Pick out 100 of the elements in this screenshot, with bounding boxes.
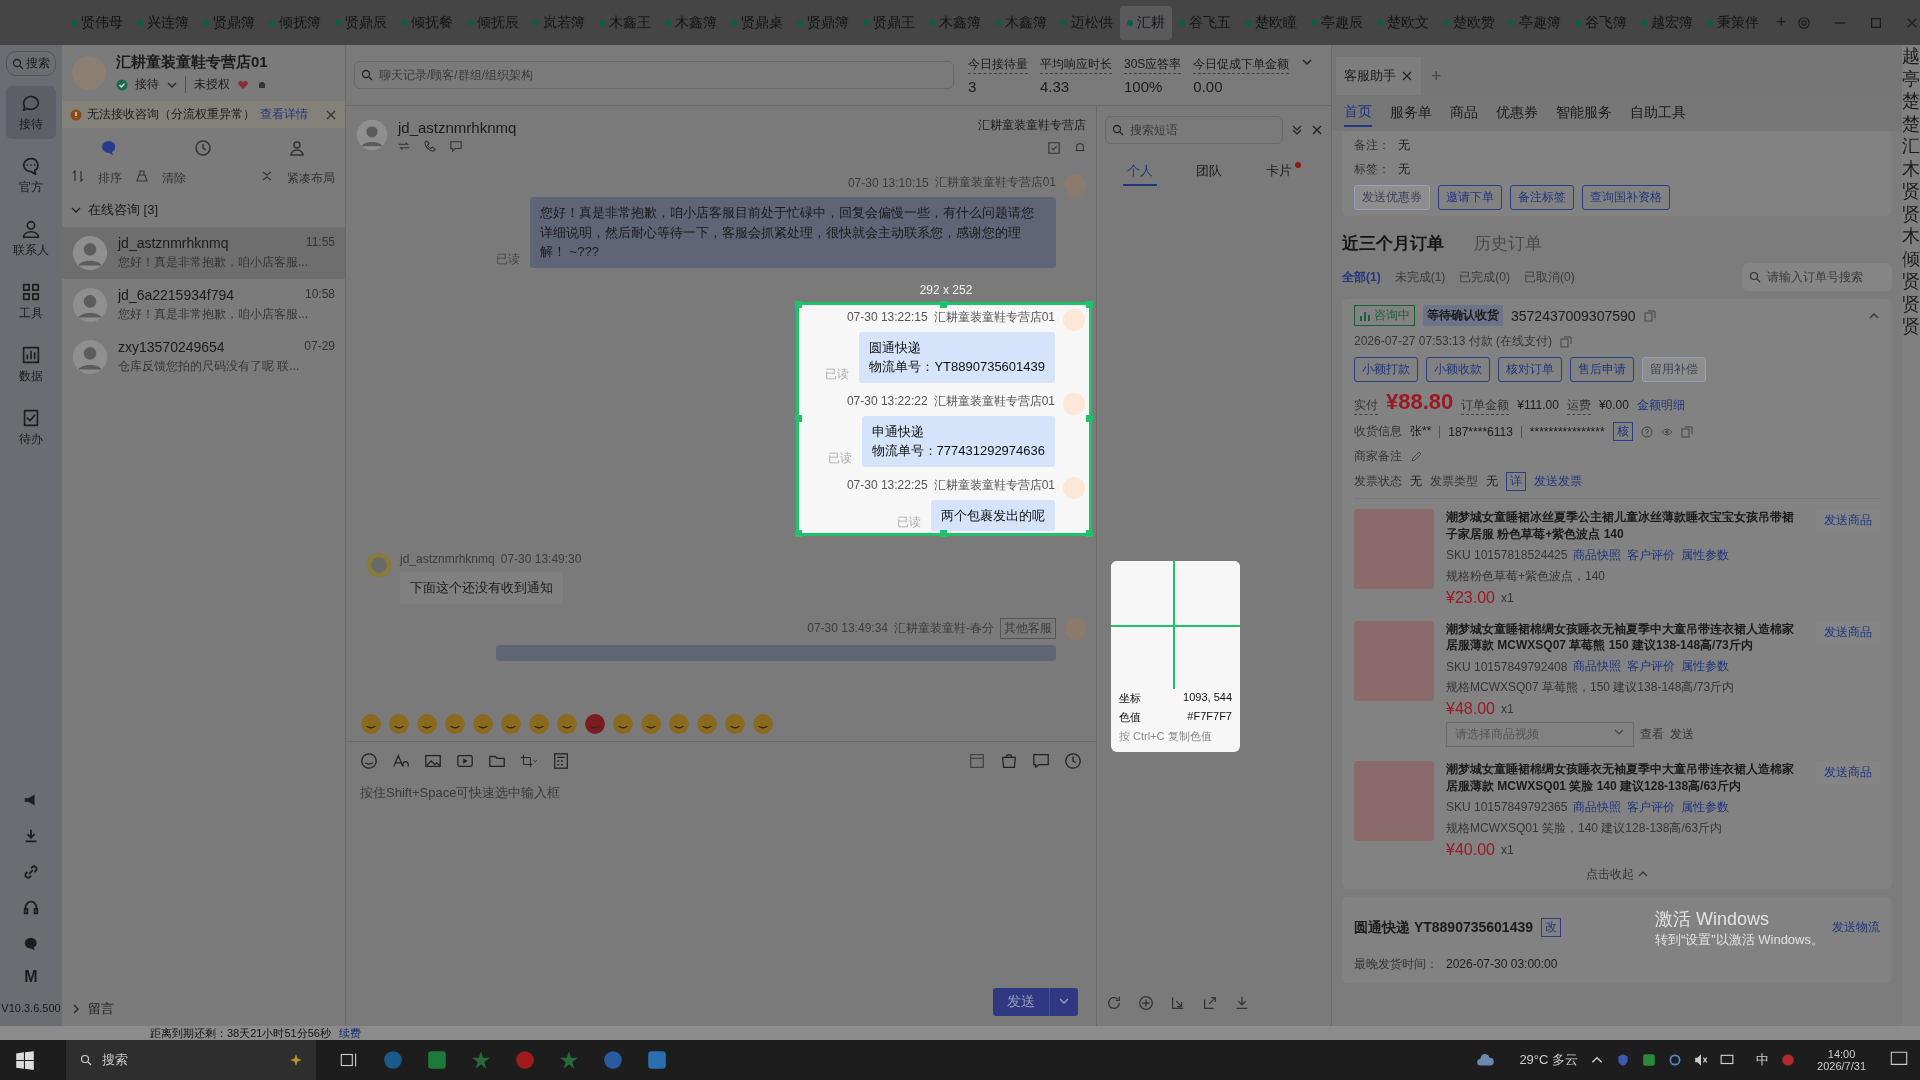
phrase-tab[interactable]: 卡片 [1262, 158, 1306, 186]
close-icon[interactable] [1401, 70, 1413, 82]
shop-tab[interactable]: 汇耕 [1120, 5, 1172, 40]
emoji-icon[interactable] [612, 713, 634, 735]
emoji-icon[interactable] [444, 713, 466, 735]
send-options-button[interactable] [1049, 988, 1078, 1016]
export-icon[interactable] [1201, 994, 1219, 1012]
sort-icon[interactable] [72, 170, 84, 182]
checklist-icon[interactable] [1048, 141, 1060, 154]
resize-handle[interactable] [795, 300, 802, 308]
monitor-icon[interactable] [1720, 1053, 1735, 1067]
phrase-tab[interactable]: 个人 [1122, 158, 1157, 186]
product-title[interactable]: 潮梦城女童睡裙冰丝夏季公主裙儿童冰丝薄款睡衣宝宝女孩吊带裙子家居服 粉色草莓+紫色波点 140 [1446, 509, 1804, 543]
action-button[interactable]: 查询国补资格 [1582, 185, 1670, 210]
details-link[interactable]: 查看详情 [260, 106, 308, 123]
image-icon[interactable] [424, 752, 442, 770]
action-button[interactable]: 备注标签 [1510, 185, 1574, 210]
nav-item[interactable]: 数据 [6, 338, 56, 391]
product-link[interactable]: 商品快照 [1573, 798, 1622, 816]
emoji-icon[interactable] [388, 713, 410, 735]
add-tab-button[interactable]: + [1766, 12, 1797, 33]
amount-details-link[interactable]: 金额明细 [1636, 397, 1685, 414]
send-button[interactable]: 发送 [993, 988, 1049, 1016]
send-logistics-link[interactable]: 发送物流 [1832, 919, 1880, 937]
nav-item[interactable]: 工具 [6, 275, 56, 328]
settings-icon[interactable] [1796, 15, 1811, 30]
eye-icon[interactable] [1660, 425, 1673, 438]
font-icon[interactable] [392, 752, 410, 770]
action-button[interactable]: 邀请下单 [1438, 185, 1502, 210]
order-filter[interactable]: 已完成(0) [1459, 268, 1510, 286]
refresh-icon[interactable] [1105, 994, 1123, 1012]
product-link[interactable]: 属性参数 [1681, 546, 1730, 564]
double-chevron-icon[interactable] [1291, 124, 1303, 136]
pencil-icon[interactable] [1410, 450, 1422, 463]
message-input[interactable]: 按住Shift+Space可快速选中输入框 [346, 780, 1096, 988]
input-method-icon[interactable] [1781, 1053, 1796, 1067]
order-action-button[interactable]: 核对订单 [1498, 357, 1562, 382]
phrase-tab[interactable]: 团队 [1192, 158, 1227, 186]
emoji-icon[interactable] [360, 713, 382, 735]
product-link[interactable]: 属性参数 [1681, 658, 1730, 676]
close-icon[interactable] [325, 108, 337, 121]
emoji-icon[interactable] [584, 713, 606, 735]
network-icon[interactable] [1668, 1053, 1683, 1067]
status-dropdown[interactable]: 接待 [135, 76, 159, 93]
phrase-search-field[interactable]: 搜索短语 [1105, 116, 1283, 144]
product-title[interactable]: 潮梦城女童睡裙棉绸女孩睡衣无袖夏季中大童吊带连衣裙人造棉家居服薄款 MCWXSQ01 笑脸 140 建议128-138高/63斤内 [1446, 761, 1804, 795]
bag-icon[interactable] [1000, 752, 1018, 770]
shield-icon[interactable] [1616, 1053, 1631, 1067]
crop-icon[interactable] [520, 752, 538, 770]
collapse-button[interactable]: 点击收起 [1585, 865, 1634, 883]
assistant-tab[interactable]: 客服助手 [1336, 57, 1421, 95]
product-link[interactable]: 客户评价 [1627, 546, 1676, 564]
transfer-icon[interactable] [398, 139, 410, 152]
search-button[interactable]: 搜索 [6, 51, 56, 76]
order-action-button[interactable]: 小额收款 [1426, 357, 1490, 382]
resize-handle[interactable] [1086, 530, 1093, 537]
order-action-button[interactable]: 小额打款 [1354, 357, 1418, 382]
resize-handle[interactable] [940, 300, 947, 308]
chat-tray-icon[interactable] [1642, 1053, 1657, 1067]
add-tab-button[interactable]: + [1431, 66, 1442, 95]
close-icon[interactable] [1311, 124, 1323, 136]
compact-layout-button[interactable]: 紧凑布局 [287, 170, 335, 187]
emoji-icon[interactable] [416, 713, 438, 735]
chat-icon[interactable] [22, 935, 40, 953]
copy-icon[interactable] [1560, 335, 1573, 348]
box-icon[interactable] [968, 752, 986, 770]
clock-icon[interactable] [193, 138, 214, 158]
emoji-icon[interactable] [500, 713, 522, 735]
nav-item[interactable]: 联系人 [6, 212, 56, 265]
emoji-icon[interactable] [668, 713, 690, 735]
resize-handle[interactable] [795, 414, 802, 422]
emoji-icon[interactable] [696, 713, 718, 735]
message-icon[interactable] [450, 139, 462, 152]
nav-item[interactable]: 待办 [6, 401, 56, 454]
assistant-nav-tab[interactable]: 服务单 [1390, 103, 1432, 127]
assistant-nav-tab[interactable]: 首页 [1344, 103, 1372, 127]
emoji-icon[interactable] [360, 752, 378, 770]
clock-icon[interactable] [1064, 752, 1082, 770]
product-link[interactable]: 商品快照 [1573, 658, 1622, 676]
m-logo[interactable]: M [24, 968, 38, 986]
conversation-item[interactable]: jd_6a2215934f794 10:58 您好！真是非常抱歉，咱小店客服... [62, 279, 345, 331]
maximize-icon[interactable] [1868, 15, 1883, 30]
resize-handle[interactable] [795, 530, 802, 537]
resize-handle[interactable] [1086, 414, 1093, 422]
input-method-indicator[interactable]: 中 [1756, 1051, 1770, 1069]
resize-handle[interactable] [1086, 300, 1093, 308]
headset-icon[interactable] [22, 899, 40, 917]
conversation-item[interactable]: zxy13570249654 07-29 仓库反馈您拍的尺码没有了呢 联... [62, 331, 345, 383]
link-icon[interactable] [22, 863, 40, 881]
nav-item[interactable]: 接待 [6, 86, 56, 139]
chat-app-icon[interactable] [426, 1049, 448, 1071]
emoji-icon[interactable] [556, 713, 578, 735]
message-icon[interactable] [1032, 752, 1050, 770]
broom-icon[interactable] [136, 170, 148, 182]
emoji-icon[interactable] [640, 713, 662, 735]
video-icon[interactable] [456, 752, 474, 770]
renew-link[interactable]: 续费 [338, 1026, 361, 1040]
nav-item[interactable]: 官方 [6, 149, 56, 202]
emoji-icon[interactable] [528, 713, 550, 735]
emoji-icon[interactable] [724, 713, 746, 735]
